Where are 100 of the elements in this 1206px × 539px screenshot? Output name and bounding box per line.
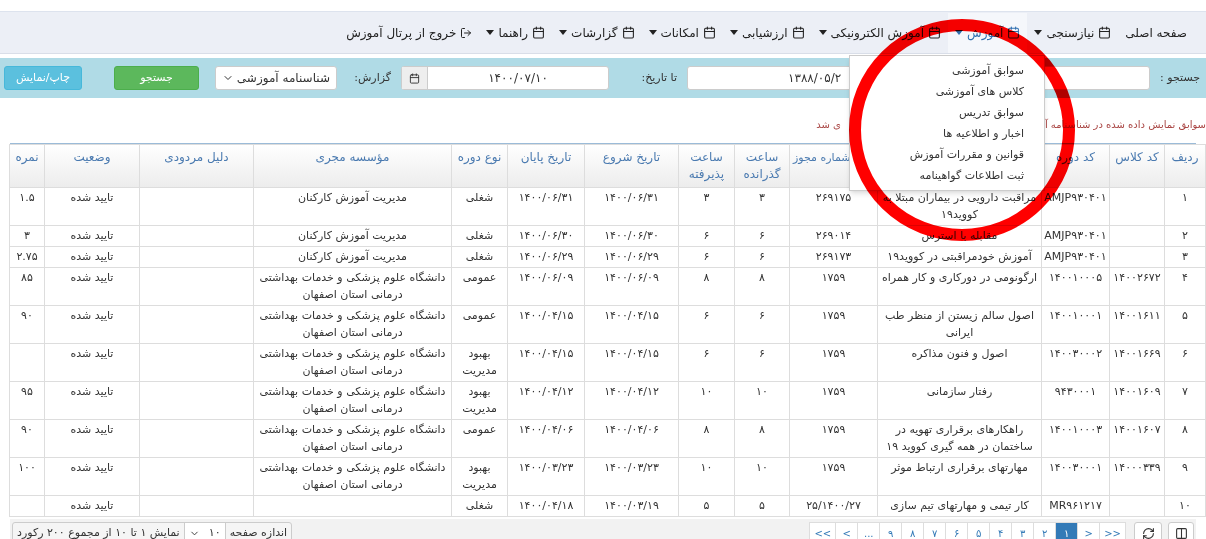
table-cell: ۱۴۰۰/۰۳/۱۹ [604, 499, 659, 512]
table-cell: ۱ [1182, 191, 1188, 204]
table-cell: تایید شده [70, 423, 114, 436]
table-cell: ۱.۵ [19, 191, 35, 204]
table-cell: اصول و فنون مذاکره [911, 347, 1008, 360]
table-cell: ۱۰ [1179, 499, 1191, 512]
table-cell: ۶ [703, 250, 710, 263]
table-cell: ۱۴۰۰/۰۶/۲۹ [518, 250, 574, 263]
table-cell: ۱۴۰۰/۰۴/۱۵ [604, 347, 659, 360]
table-cell: AMJP۹۳۰۴۰۱ [1044, 229, 1107, 242]
table-cell: ۱۴۰۰۱۰۰۰۵ [1048, 271, 1103, 284]
table-cell: بهبود مدیریت [462, 385, 497, 415]
table-cell: AMJP۹۳۰۴۰۱ [1044, 250, 1107, 263]
table-cell: تایید شده [70, 385, 114, 398]
table-cell: ۲.۷۵ [16, 250, 38, 263]
table-cell: ۱۴۰۰۱۶۶۹ [1113, 347, 1161, 360]
column-header: ردیف [1171, 150, 1199, 164]
table-cell: بهبود مدیریت [462, 347, 497, 377]
table-cell: تایید شده [70, 250, 114, 263]
table-cell: ۱۰ [756, 461, 768, 474]
table-cell: ۸ [759, 423, 765, 436]
table-cell: دانشگاه علوم پزشکی و خدمات بهداشتی درمانی استان اصفهان [259, 423, 446, 453]
table-cell: راهکارهای برقراری تهویه در ساختمان در همه گیری کووید ۱۹ [886, 423, 1033, 453]
table-cell: دانشگاه علوم پزشکی و خدمات بهداشتی درمانی استان اصفهان [259, 309, 446, 339]
table-cell: ۱۴۰۰/۰۶/۲۹ [604, 250, 659, 263]
table-cell: ۱۴۰۰۰۳۳۹ [1113, 461, 1161, 474]
table-cell: ۹ [1182, 461, 1188, 474]
table-cell: ۶ [759, 229, 765, 242]
table-cell: تایید شده [70, 461, 114, 474]
table-cell: ۱۴۰۰۱۶۰۹ [1113, 385, 1161, 398]
table-cell: ۸۵ [21, 271, 33, 284]
table-cell: ۵ [1182, 309, 1188, 322]
column-header: مؤسسه مجری [315, 150, 390, 164]
table-cell: ۱۴۰۰/۰۴/۱۲ [604, 385, 659, 398]
table-cell: ۱۴۰۰/۰۶/۳۰ [604, 229, 659, 242]
table-cell: ۲ [1182, 229, 1188, 242]
table-cell: ۹۵ [21, 385, 33, 398]
table-cell: ۲۶۹۱۷۳ [815, 250, 852, 263]
table-cell: تایید شده [70, 347, 114, 360]
table-cell: ۱۴۰۰۱۶۱۱ [1113, 309, 1161, 322]
table-cell: ۵ [703, 499, 710, 512]
column-header: وضعیت [73, 150, 111, 164]
table-cell: عمومی [462, 309, 497, 322]
table-cell: مقابله با استرس [921, 229, 998, 242]
table-cell: ۱۴۰۰۱۶۰۷ [1113, 423, 1161, 436]
table-cell: ۹۴۳۰۰۰۱ [1054, 385, 1097, 398]
report-label: گزارش: [353, 69, 391, 86]
table-cell: ۶ [759, 347, 765, 360]
table-cell: ۱۷۵۹ [821, 423, 846, 436]
table-cell: ۶ [703, 309, 710, 322]
table-cell: ۱۴۰۰۲۶۷۲ [1113, 271, 1161, 284]
table-cell: ۱۴۰۰/۰۳/۲۳ [604, 461, 659, 474]
table-cell: کار تیمی و مهارتهای تیم سازی [890, 499, 1029, 512]
column-header: نمره [15, 150, 39, 164]
table-cell: ۸ [759, 271, 765, 284]
table-cell: ۹۰ [21, 309, 33, 322]
table-cell: ۶ [703, 229, 710, 242]
table-cell: ۱۴۰۰۱۰۰۰۳ [1048, 423, 1103, 436]
table-cell: ۹۰ [21, 423, 33, 436]
table-cell: شغلی [465, 499, 494, 512]
table-cell: شغلی [465, 250, 494, 263]
page-size-label: اندازه صفحه [228, 524, 289, 539]
table-cell: ۱۴۰۰/۰۴/۰۶ [518, 423, 574, 436]
table-cell: عمومی [462, 271, 497, 284]
table-cell: شغلی [465, 191, 494, 204]
table-cell: ۶ [1182, 347, 1188, 360]
table-cell: ۱۷۵۹ [821, 271, 846, 284]
table-cell: ۸ [1182, 423, 1188, 436]
table-cell: رفتار سازمانی [926, 385, 993, 398]
table-cell: ۸ [703, 271, 710, 284]
column-header: شماره مجوز [793, 151, 851, 164]
table-cell: بهبود مدیریت [462, 461, 497, 491]
table-cell: ۱۴۰۰/۰۴/۱۵ [518, 347, 574, 360]
table-cell: تایید شده [70, 229, 114, 242]
table-cell: ۱۷۵۹ [821, 461, 846, 474]
table-cell: ۱۴۰۰/۰۳/۲۳ [518, 461, 574, 474]
table-cell: ۶ [759, 250, 765, 263]
table-cell: ۱۰ [700, 461, 713, 474]
table-cell: تایید شده [70, 499, 114, 512]
table-cell: تایید شده [70, 309, 114, 322]
column-header: تاریخ شروع [602, 150, 661, 164]
table-cell: ۱۴۰۰۳۰۰۰۱ [1048, 461, 1103, 474]
table-cell: ۳ [703, 191, 710, 204]
table-cell: ۱۴۰۰/۰۴/۱۸ [518, 499, 574, 512]
table-cell: ۶ [759, 309, 765, 322]
search-label: جستجو : [1159, 69, 1200, 86]
table-cell: ۱۰۰ [18, 461, 36, 474]
table-cell: ۱۴۰۰۳۰۰۰۲ [1048, 347, 1103, 360]
table-cell: ۸ [703, 423, 710, 436]
table-cell: مدیریت آموزش کارکنان [298, 229, 407, 242]
table-cell: ۱۴۰۰/۰۶/۰۹ [604, 271, 659, 284]
table-cell: ۳ [759, 191, 765, 204]
column-header: تاریخ پایان [520, 150, 572, 164]
table-cell: ۱۴۰۰/۰۴/۰۶ [604, 423, 659, 436]
table-cell: مهارتهای برقراری ارتباط موثر [891, 461, 1028, 474]
table-cell: ۱۴۰۰/۰۴/۱۲ [518, 385, 574, 398]
table-cell: عمومی [462, 423, 497, 436]
column-header: دلیل مردودی [164, 150, 229, 164]
table-cell: ۷ [1182, 385, 1188, 398]
table-cell: ۱۷۵۹ [821, 385, 846, 398]
